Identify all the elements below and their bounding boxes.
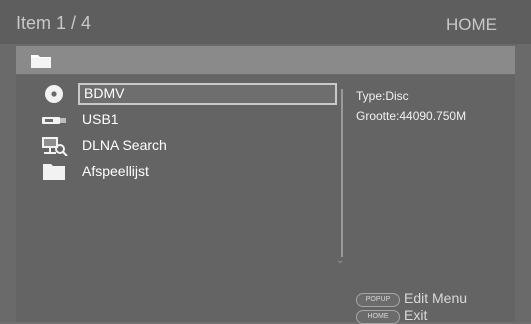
item-count: Item 1 / 4 (16, 13, 92, 33)
folder-icon (43, 164, 65, 180)
home-hint: Exit (404, 307, 428, 323)
scrollbar[interactable] (341, 89, 343, 257)
content-area: BDMV USB1 DLNA Search Afspeellijst ⌄ Typ… (16, 75, 515, 322)
info-type: Type:Disc (356, 89, 409, 103)
list-item-label: Afspeellijst (82, 163, 149, 179)
list-item-label: USB1 (82, 111, 119, 127)
dlna-search-icon (42, 137, 68, 156)
list-item-afspeellijst[interactable]: Afspeellijst (36, 161, 336, 183)
browser-window: Item 1 / 4 HOME BDMV USB1 DLNA Search Af… (0, 0, 531, 324)
list-item-dlna-search[interactable]: DLNA Search (36, 135, 336, 157)
item-info: Type:Disc Grootte:44090.750M (356, 86, 466, 126)
path-bar (16, 46, 515, 74)
home-label: HOME (446, 15, 497, 34)
disc-icon (45, 85, 63, 103)
popup-button[interactable]: POPUP (356, 293, 400, 307)
list-item-bdmv[interactable]: BDMV (36, 83, 337, 105)
list-item-label: DLNA Search (82, 137, 167, 153)
list-item-usb1[interactable]: USB1 (36, 109, 336, 131)
list-item-label: BDMV (78, 83, 337, 105)
folder-icon (31, 55, 51, 68)
scroll-down-icon: ⌄ (336, 255, 345, 266)
info-size: Grootte:44090.750M (356, 109, 467, 123)
header-bar: Item 1 / 4 HOME (0, 0, 531, 44)
usb-icon (42, 117, 66, 124)
popup-hint: Edit Menu (404, 290, 468, 306)
